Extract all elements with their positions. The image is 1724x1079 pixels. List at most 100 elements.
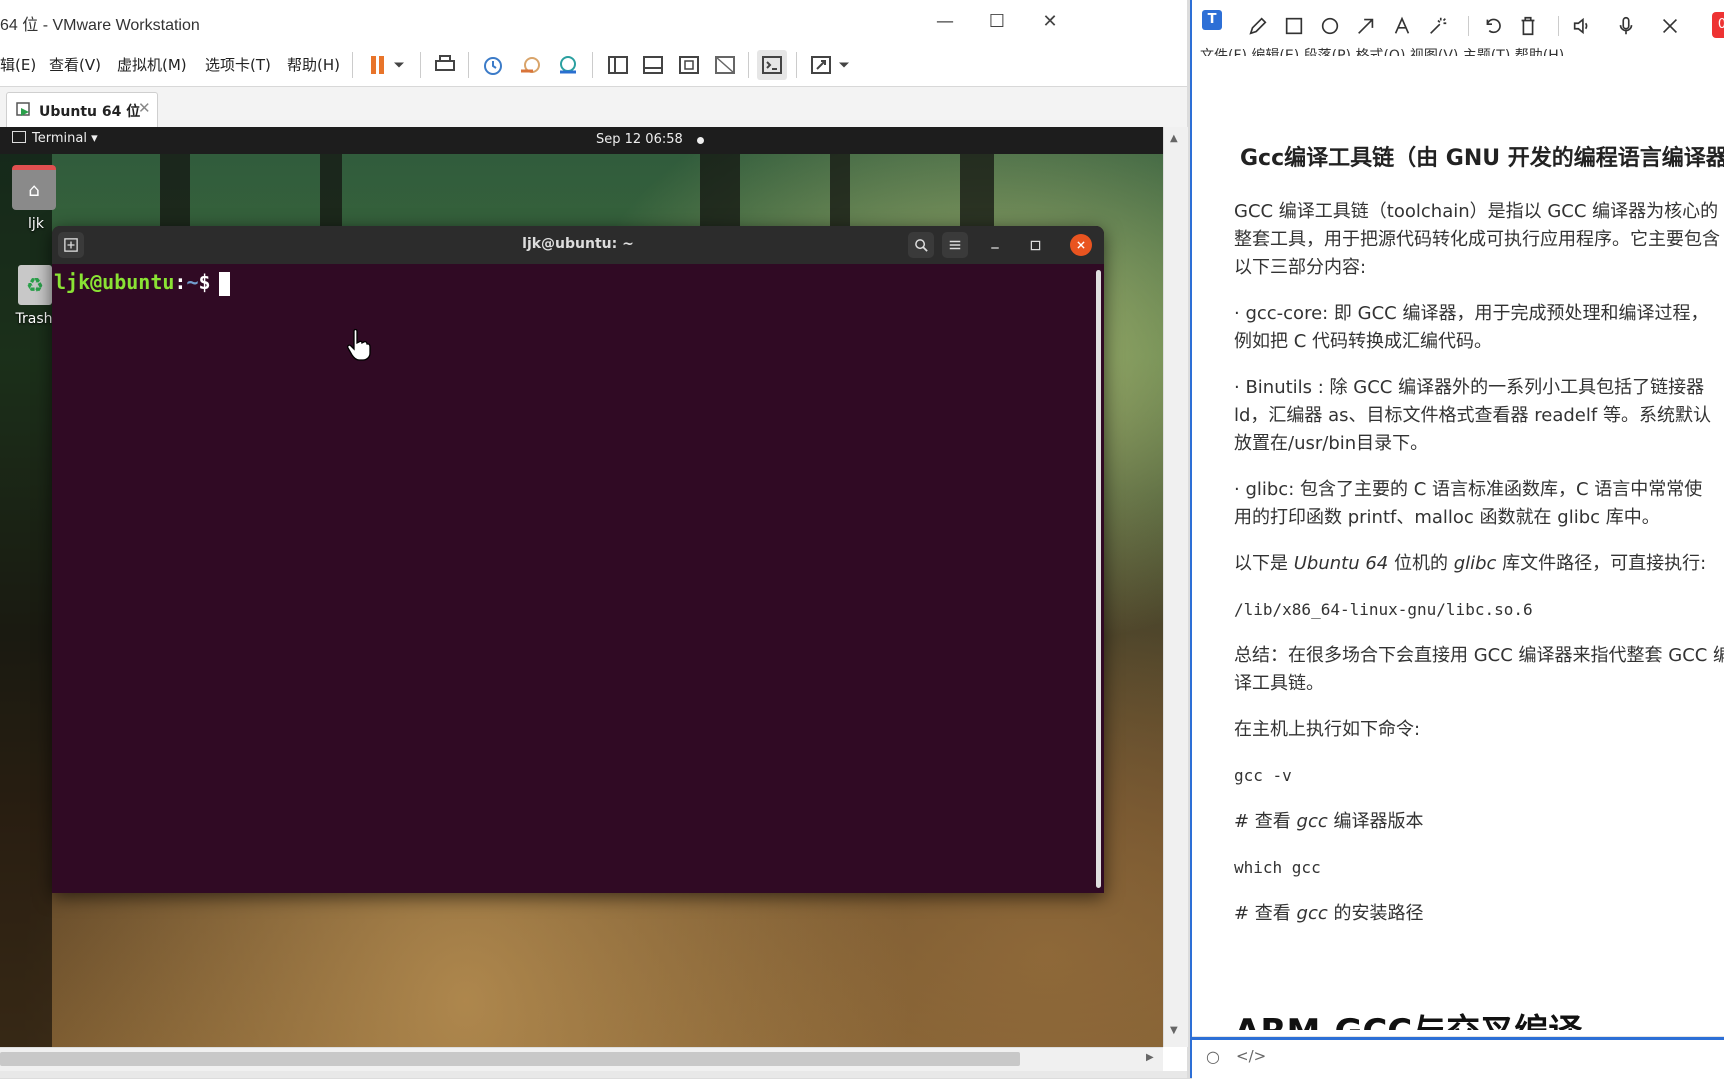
terminal-app-icon bbox=[12, 131, 26, 143]
source-mode-icon[interactable]: </> bbox=[1236, 1047, 1266, 1065]
thumbnail-bar-button[interactable] bbox=[638, 50, 668, 80]
magic-wand-icon bbox=[1430, 17, 1447, 34]
chevron-down-icon bbox=[839, 62, 849, 68]
desktop-trash[interactable]: ♻ Trash bbox=[10, 265, 58, 327]
topbar-clock[interactable]: Sep 12 06:58 bbox=[596, 132, 683, 147]
scroll-down-icon[interactable]: ▼ bbox=[1170, 1025, 1178, 1036]
stretch-dropdown[interactable] bbox=[834, 50, 854, 80]
text-tool-button[interactable] bbox=[1388, 12, 1416, 40]
terminal-close-button[interactable] bbox=[1070, 234, 1092, 256]
trash-icon bbox=[1521, 16, 1535, 36]
statusbar-accent bbox=[1192, 1037, 1724, 1040]
pencil-icon bbox=[1249, 17, 1267, 35]
magic-tool-button[interactable] bbox=[1424, 12, 1452, 40]
undo-icon bbox=[1486, 18, 1501, 34]
toolbar-separator bbox=[468, 52, 469, 78]
vmware-titlebar[interactable]: 64 位 - VMware Workstation — ☐ ✕ bbox=[0, 0, 1187, 45]
unity-button[interactable] bbox=[710, 50, 740, 80]
minimize-icon bbox=[991, 247, 999, 249]
stretch-button[interactable] bbox=[806, 50, 836, 80]
terminal-menu-button[interactable] bbox=[942, 232, 968, 258]
bottom-layout-icon bbox=[643, 56, 663, 74]
fullscreen-button[interactable] bbox=[674, 50, 704, 80]
revert-clock-icon bbox=[521, 57, 540, 73]
menu-help[interactable]: 帮助(H) bbox=[287, 54, 340, 75]
power-dropdown[interactable] bbox=[389, 50, 409, 80]
paragraph: · gcc-core: 即 GCC 编译器，用于完成预处理和编译过程， 例如把 … bbox=[1234, 303, 1709, 352]
terminal-scrollbar[interactable] bbox=[1096, 270, 1101, 888]
code-line: /lib/x86_64-linux-gnu/libc.so.6 bbox=[1234, 600, 1533, 619]
snapshot-manager-icon bbox=[560, 56, 576, 74]
text-cursor bbox=[218, 271, 230, 296]
snapshot-clock-icon bbox=[484, 57, 502, 75]
maximize-button[interactable]: ☐ bbox=[980, 8, 1014, 36]
outline-toggle-icon[interactable]: ○ bbox=[1206, 1047, 1220, 1066]
menu-view[interactable]: 查看(V) bbox=[49, 54, 101, 75]
circle-icon bbox=[1321, 17, 1339, 35]
expand-icon bbox=[811, 56, 831, 74]
menu-edit[interactable]: 辑(E) bbox=[0, 54, 36, 75]
next-section-heading: ARM-GCC与交叉编译 bbox=[1234, 1006, 1582, 1030]
prompt-separator: : bbox=[174, 270, 187, 294]
paragraph: · Binutils : 除 GCC 编译器外的一系列小工具包括了链接器 ld，… bbox=[1234, 377, 1711, 454]
hamburger-icon bbox=[949, 240, 961, 250]
scroll-up-icon[interactable]: ▲ bbox=[1170, 133, 1178, 144]
toolbar-separator bbox=[592, 52, 593, 78]
vmware-horizontal-scrollbar[interactable]: ▶ bbox=[0, 1047, 1163, 1072]
fullscreen-icon bbox=[679, 56, 699, 74]
vmware-vertical-scrollbar[interactable]: ▲ ▼ bbox=[1163, 127, 1188, 1047]
desktop-home-folder[interactable]: ⌂ ljk bbox=[12, 165, 60, 232]
sidebar-layout-icon bbox=[608, 56, 628, 74]
section-heading: Gcc编译工具链（由 GNU 开发的编程语言编译器） bbox=[1240, 146, 1724, 171]
paragraph: 在主机上执行如下命令: bbox=[1234, 719, 1421, 740]
toolbar-separator bbox=[748, 52, 749, 78]
tab-close-icon[interactable]: ✕ bbox=[138, 99, 151, 117]
arrow-tool-button[interactable] bbox=[1352, 12, 1380, 40]
text-icon bbox=[1394, 16, 1410, 34]
menu-tabs[interactable]: 选项卡(T) bbox=[205, 54, 271, 75]
gnome-topbar: Terminal ▾ Sep 12 06:58 bbox=[0, 127, 1163, 154]
menu-vm[interactable]: 虚拟机(M) bbox=[117, 54, 187, 75]
library-button[interactable] bbox=[603, 50, 633, 80]
terminal-icon bbox=[762, 56, 782, 74]
send-ctrl-alt-del-button[interactable] bbox=[430, 50, 460, 80]
delete-button[interactable] bbox=[1514, 12, 1542, 40]
pen-tool-button[interactable] bbox=[1244, 12, 1272, 40]
terminal-maximize-button[interactable] bbox=[1022, 232, 1048, 258]
toolbar-separator bbox=[796, 52, 797, 78]
activities-terminal-menu[interactable]: Terminal ▾ bbox=[12, 131, 98, 146]
trash-icon: ♻ bbox=[18, 265, 52, 305]
terminal-prompt[interactable]: ljk@ubuntu:~$ bbox=[54, 270, 230, 296]
minimize-button[interactable]: — bbox=[928, 8, 962, 36]
vmware-window: 64 位 - VMware Workstation — ☐ ✕ 辑(E) 查看(… bbox=[0, 0, 1188, 1078]
terminal-window[interactable]: ljk@ubuntu: ~ ljk@ubuntu:~$ bbox=[52, 226, 1104, 893]
terminal-search-button[interactable] bbox=[908, 232, 934, 258]
arrow-icon bbox=[1358, 18, 1374, 34]
rectangle-tool-button[interactable] bbox=[1280, 12, 1308, 40]
search-icon bbox=[914, 238, 928, 252]
scroll-right-icon[interactable]: ▶ bbox=[1146, 1052, 1154, 1063]
record-badge[interactable]: 0 bbox=[1712, 12, 1724, 38]
notification-dot-icon bbox=[697, 137, 704, 144]
ellipse-tool-button[interactable] bbox=[1316, 12, 1344, 40]
snapshot-button[interactable] bbox=[478, 50, 508, 80]
ubuntu-desktop[interactable]: Terminal ▾ Sep 12 06:58 ⌂ ljk ♻ Trash lj… bbox=[0, 127, 1163, 1047]
snapshot-manager-button[interactable] bbox=[553, 50, 583, 80]
revert-snapshot-button[interactable] bbox=[516, 50, 546, 80]
terminal-headerbar[interactable]: ljk@ubuntu: ~ bbox=[52, 226, 1104, 264]
scroll-thumb[interactable] bbox=[0, 1052, 1020, 1066]
microphone-button[interactable] bbox=[1612, 12, 1640, 40]
speaker-button[interactable] bbox=[1568, 12, 1596, 40]
tab-ubuntu[interactable]: Ubuntu 64 位 ✕ bbox=[6, 92, 158, 127]
close-button[interactable]: ✕ bbox=[1033, 8, 1067, 36]
undo-button[interactable] bbox=[1478, 12, 1506, 40]
console-view-button[interactable] bbox=[757, 50, 787, 80]
desktop-icon-label: Trash bbox=[15, 311, 53, 327]
close-icon bbox=[1077, 241, 1085, 249]
maximize-icon bbox=[1030, 240, 1040, 250]
editor-menubar[interactable]: 文件(F) 编辑(E) 段落(P) 格式(O) 视图(V) 主题(T) 帮助(H… bbox=[1200, 42, 1564, 56]
paragraph: 以下是 Ubuntu 64 位机的 glibc 库文件路径，可直接执行: bbox=[1234, 553, 1707, 574]
close-toolbar-button[interactable] bbox=[1656, 12, 1684, 40]
editor-document[interactable]: Gcc编译工具链（由 GNU 开发的编程语言编译器） GCC 编译工具链（too… bbox=[1234, 130, 1724, 1030]
terminal-minimize-button[interactable] bbox=[982, 232, 1008, 258]
